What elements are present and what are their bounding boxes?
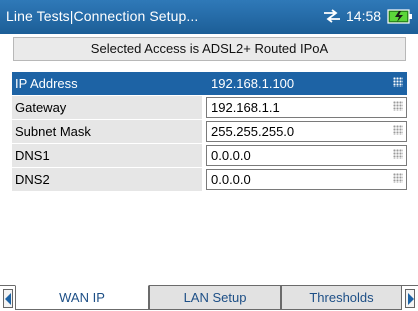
keypad-icon[interactable]: [393, 101, 403, 111]
field-row-dns2[interactable]: DNS2 0.0.0.0: [12, 168, 407, 192]
keypad-icon[interactable]: [393, 149, 403, 159]
subnet-mask-field[interactable]: 255.255.255.0: [206, 121, 407, 142]
arrow-right-icon: [408, 293, 414, 305]
field-row-dns1[interactable]: DNS1 0.0.0.0: [12, 144, 407, 168]
gateway-field[interactable]: 192.168.1.1: [206, 97, 407, 118]
field-row-gateway[interactable]: Gateway 192.168.1.1: [12, 96, 407, 120]
access-banner: Selected Access is ADSL2+ Routed IPoA: [13, 37, 406, 61]
keypad-icon[interactable]: [393, 173, 403, 183]
keypad-icon[interactable]: [393, 77, 403, 87]
ip-address-field[interactable]: 192.168.1.100: [206, 73, 407, 94]
connection-fields-table: IP Address 192.168.1.100 Gateway 192.168…: [12, 72, 407, 192]
tab-scroll-left-button[interactable]: [3, 289, 13, 308]
field-label: DNS2: [12, 168, 202, 191]
field-row-subnet-mask[interactable]: Subnet Mask 255.255.255.0: [12, 120, 407, 144]
bottom-tab-bar: WAN IP LAN Setup Thresholds: [0, 285, 418, 311]
clock: 14:58: [346, 8, 382, 24]
title-bar: Line Tests|Connection Setup... 14:58: [0, 0, 418, 34]
field-label: Gateway: [12, 96, 202, 119]
field-row-ip-address[interactable]: IP Address 192.168.1.100: [12, 72, 407, 96]
field-label: DNS1: [12, 144, 202, 167]
arrow-left-icon: [5, 293, 11, 305]
dns2-field[interactable]: 0.0.0.0: [206, 169, 407, 190]
dns1-field[interactable]: 0.0.0.0: [206, 145, 407, 166]
field-label: Subnet Mask: [12, 120, 202, 143]
keypad-icon[interactable]: [393, 125, 403, 135]
field-label: IP Address: [12, 72, 202, 95]
tab-wan-ip[interactable]: WAN IP: [15, 285, 149, 310]
tab-lan-setup[interactable]: LAN Setup: [149, 285, 281, 310]
battery-charging-icon[interactable]: [387, 8, 413, 25]
network-arrows-icon[interactable]: [322, 8, 342, 24]
tab-thresholds[interactable]: Thresholds: [281, 285, 402, 310]
tab-scroll-right-button[interactable]: [405, 289, 415, 308]
window-title: Line Tests|Connection Setup...: [6, 8, 199, 24]
